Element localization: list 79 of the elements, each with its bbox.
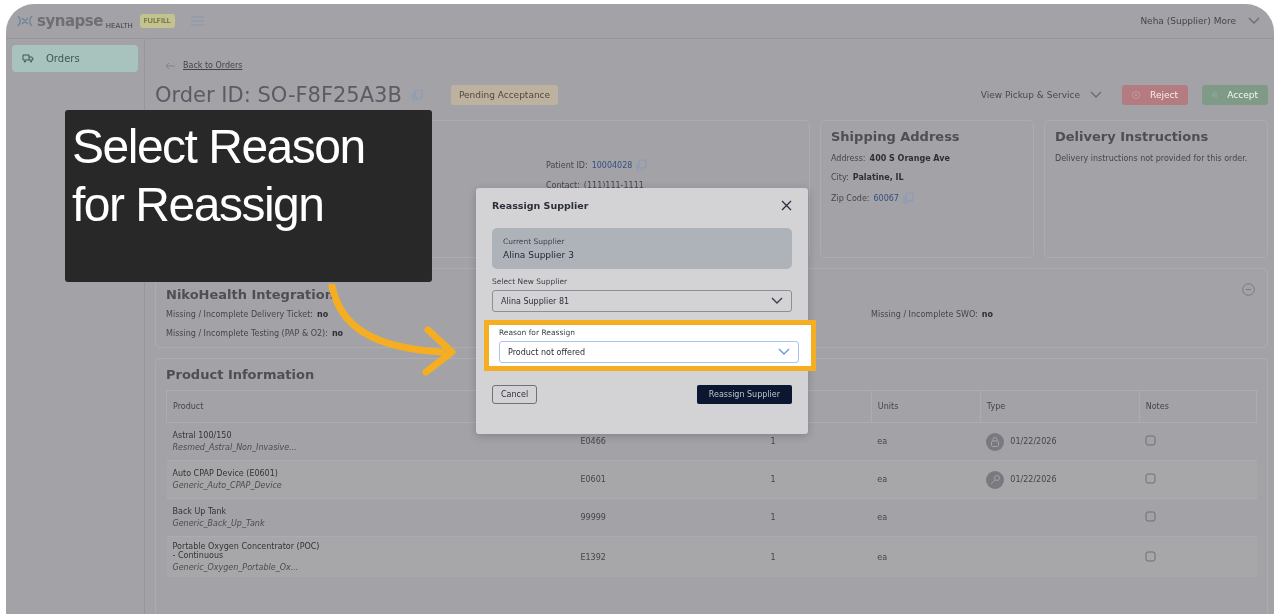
product-name: Portable Oxygen Concentrator (POC) - Continuous bbox=[172, 542, 321, 560]
column-header: Notes bbox=[1145, 402, 1169, 411]
note-icon[interactable] bbox=[1145, 473, 1157, 484]
field-value: no bbox=[317, 310, 329, 319]
chevron-down-icon bbox=[1248, 17, 1260, 25]
status-badge: Pending Acceptance bbox=[450, 85, 559, 105]
cancel-button[interactable]: Cancel bbox=[492, 385, 538, 404]
chevron-down-icon bbox=[778, 348, 790, 356]
copy-icon[interactable] bbox=[902, 192, 914, 204]
chevron-down-icon bbox=[771, 297, 783, 305]
table-cell: ea bbox=[877, 437, 888, 446]
table-cell: E0466 bbox=[580, 437, 606, 446]
chevron-down-icon bbox=[1090, 91, 1102, 99]
lock-icon bbox=[986, 432, 1005, 451]
card-title: Shipping Address bbox=[831, 129, 960, 144]
callout-text: Select Reason for Reassign bbox=[65, 110, 432, 282]
table-cell: 1 bbox=[770, 475, 776, 484]
field-label: Patient ID: bbox=[546, 160, 588, 170]
column-header: Type bbox=[986, 402, 1006, 411]
table-cell: E1392 bbox=[580, 552, 606, 562]
field-label: Zip Code: bbox=[831, 193, 870, 203]
field-label: Address: bbox=[831, 154, 866, 163]
field-value[interactable]: 60067 bbox=[873, 193, 899, 203]
field-value: no bbox=[981, 310, 993, 319]
reassign-button[interactable]: Reassign Supplier bbox=[696, 385, 792, 404]
sidebar-item[interactable]: Orders bbox=[12, 45, 138, 72]
product-subtitle: Generic_Oxygen_Portable_Ox... bbox=[172, 563, 300, 572]
field-value: no bbox=[331, 329, 344, 338]
truck-icon bbox=[22, 54, 34, 63]
order-title: Order ID: SO-F8F25A3B bbox=[155, 83, 402, 107]
select-field[interactable]: Alina Supplier 81 bbox=[492, 290, 792, 312]
card-title: Delivery Instructions bbox=[1055, 129, 1209, 144]
dialog-title: Reassign Supplier bbox=[492, 199, 589, 211]
note-icon[interactable] bbox=[1145, 511, 1157, 522]
copy-icon[interactable] bbox=[411, 89, 423, 101]
column-header: Product bbox=[173, 402, 204, 411]
key-icon bbox=[986, 470, 1005, 489]
table-cell: ea bbox=[877, 475, 888, 484]
table-cell: E0601 bbox=[580, 475, 606, 484]
column-header: Units bbox=[877, 402, 899, 411]
arrow-left-icon[interactable] bbox=[165, 61, 175, 70]
field-label: Missing / Incomplete Delivery Ticket: bbox=[166, 310, 314, 319]
field-value: Palatine, IL bbox=[852, 173, 904, 182]
product-name: Back Up Tank bbox=[172, 507, 228, 516]
field-label: Missing / Incomplete Testing (PAP & O2): bbox=[166, 329, 328, 338]
note-icon[interactable] bbox=[1145, 435, 1157, 446]
field-value: 400 S Orange Ave bbox=[869, 154, 950, 163]
copy-icon[interactable] bbox=[636, 159, 648, 171]
close-icon[interactable] bbox=[781, 199, 792, 211]
table-cell: ea bbox=[877, 513, 888, 522]
user-menu[interactable]: Neha (Supplier) More bbox=[1140, 16, 1236, 26]
pickup-service-menu[interactable]: View Pickup & Service bbox=[980, 90, 1080, 100]
field-label: City: bbox=[831, 173, 849, 182]
table-cell: ea bbox=[877, 552, 888, 562]
accept-button[interactable]: Accept bbox=[1202, 85, 1268, 105]
table-cell: 99999 bbox=[580, 513, 606, 522]
field-label: Missing / Incomplete SWO: bbox=[871, 310, 978, 319]
product-subtitle: Resmed_Astral_Non_Invasive... bbox=[172, 443, 298, 452]
product-name: Auto CPAP Device (E0601) bbox=[172, 469, 279, 478]
field-label: Contact: bbox=[546, 181, 580, 190]
table-cell: 01/22/2026 bbox=[1010, 437, 1057, 446]
delivery-text: Delivery instructions not provided for this order. bbox=[1055, 154, 1249, 163]
product-name: Astral 100/150 bbox=[172, 431, 233, 440]
table-cell: 1 bbox=[770, 437, 776, 446]
back-link[interactable]: Back to Orders bbox=[183, 61, 243, 70]
product-subtitle: Generic_Back_Up_Tank bbox=[172, 519, 266, 528]
field-value: 10004028 bbox=[591, 160, 633, 170]
field-value: Alina Supplier 3 bbox=[503, 250, 575, 260]
table-cell: 1 bbox=[770, 513, 776, 522]
minus-circle-icon[interactable] bbox=[1242, 283, 1255, 296]
product-subtitle: Generic_Auto_CPAP_Device bbox=[172, 481, 283, 490]
logo-icon bbox=[16, 15, 34, 27]
card-title: Product Information bbox=[166, 367, 315, 382]
select-field[interactable]: Product not offered bbox=[499, 341, 799, 363]
card-title: NikoHealth Integration bbox=[166, 287, 334, 302]
table-cell: 01/22/2026 bbox=[1010, 475, 1057, 484]
reject-button[interactable]: Reject bbox=[1122, 85, 1188, 105]
note-icon[interactable] bbox=[1145, 550, 1157, 562]
table-cell: 1 bbox=[770, 552, 776, 562]
